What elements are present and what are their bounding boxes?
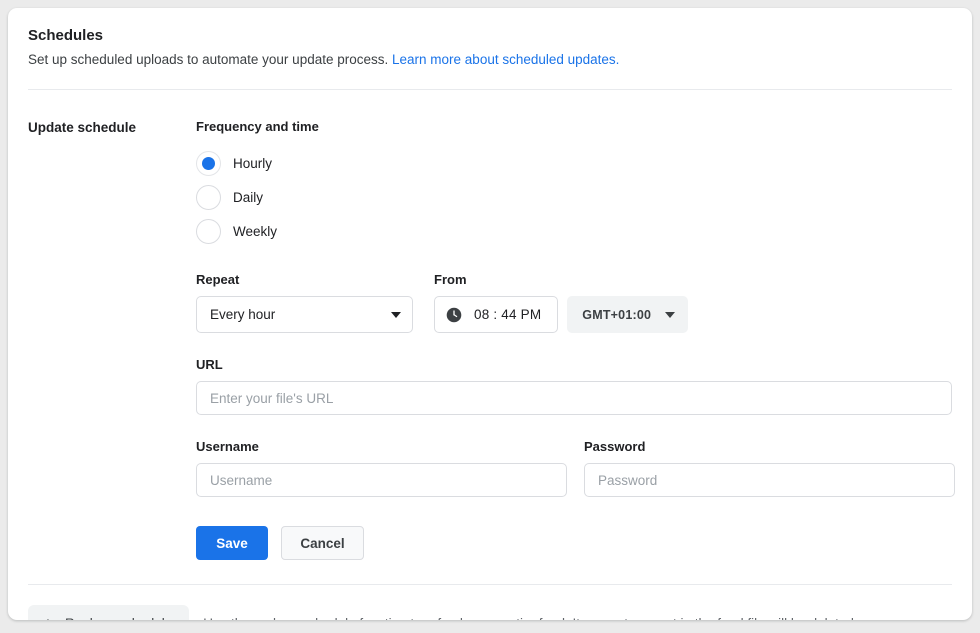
url-group: URL xyxy=(196,356,952,415)
username-group: Username xyxy=(196,438,567,497)
timezone-select[interactable]: GMT+01:00 xyxy=(567,296,689,333)
radio-option-weekly[interactable]: Weekly xyxy=(196,214,952,248)
radio-icon-weekly[interactable] xyxy=(196,218,221,244)
learn-more-link[interactable]: Learn more about scheduled updates. xyxy=(392,52,619,67)
from-controls: 08 : 44 PM GMT+01:00 xyxy=(434,296,689,333)
replace-schedule-description: Use the replace schedule function to ref… xyxy=(203,616,857,621)
from-group: From 08 : 44 PM GMT+01:00 xyxy=(434,271,689,333)
url-label: URL xyxy=(196,357,223,372)
username-input[interactable] xyxy=(196,463,567,497)
schedules-card: Schedules Set up scheduled uploads to au… xyxy=(8,8,972,620)
repeat-label: Repeat xyxy=(196,272,240,287)
time-value: 08 : 44 PM xyxy=(474,307,542,322)
save-button[interactable]: Save xyxy=(196,526,268,560)
clock-icon xyxy=(446,307,462,322)
card-description-text: Set up scheduled uploads to automate you… xyxy=(28,52,389,67)
update-schedule-section: Update schedule Frequency and time Hourl… xyxy=(8,90,972,584)
repeat-select[interactable]: Every hour xyxy=(196,296,413,333)
frequency-radio-group: Hourly Daily Weekly xyxy=(196,146,952,248)
chevron-down-icon xyxy=(665,311,676,318)
plus-icon: + xyxy=(43,615,53,621)
url-input[interactable] xyxy=(196,381,952,415)
card-description: Set up scheduled uploads to automate you… xyxy=(28,50,952,69)
time-input[interactable]: 08 : 44 PM xyxy=(434,296,559,333)
radio-label-daily: Daily xyxy=(233,189,264,205)
replace-schedule-section: + Replace schedule Use the replace sched… xyxy=(8,585,972,620)
from-label: From xyxy=(434,272,467,287)
page-title: Schedules xyxy=(28,27,104,44)
chevron-down-icon xyxy=(391,311,401,318)
section-label: Update schedule xyxy=(28,120,137,135)
radio-option-daily[interactable]: Daily xyxy=(196,180,952,214)
radio-icon-daily[interactable] xyxy=(196,184,221,210)
timezone-value: GMT+01:00 xyxy=(582,307,652,322)
password-input[interactable] xyxy=(584,463,955,497)
replace-schedule-label: Replace schedule xyxy=(65,616,172,621)
cancel-button[interactable]: Cancel xyxy=(281,526,364,560)
radio-icon-hourly[interactable] xyxy=(196,150,221,176)
schedule-fields: Frequency and time Hourly Daily Weekly R… xyxy=(196,118,955,584)
form-actions: Save Cancel xyxy=(196,526,952,584)
repeat-group: Repeat Every hour xyxy=(196,271,413,333)
repeat-from-row: Repeat Every hour From 08: 44 PM GMT+01… xyxy=(196,271,952,333)
radio-option-hourly[interactable]: Hourly xyxy=(196,146,952,180)
username-label: Username xyxy=(196,439,259,454)
password-label: Password xyxy=(584,439,646,454)
radio-label-weekly: Weekly xyxy=(233,223,278,239)
repeat-select-value: Every hour xyxy=(210,307,276,322)
frequency-label: Frequency and time xyxy=(196,119,319,134)
replace-schedule-button[interactable]: + Replace schedule xyxy=(28,605,190,621)
radio-label-hourly: Hourly xyxy=(233,155,273,171)
radio-dot xyxy=(202,156,215,170)
card-header: Schedules Set up scheduled uploads to au… xyxy=(8,8,972,69)
password-group: Password xyxy=(584,438,955,497)
credentials-row: Username Password xyxy=(196,438,955,497)
